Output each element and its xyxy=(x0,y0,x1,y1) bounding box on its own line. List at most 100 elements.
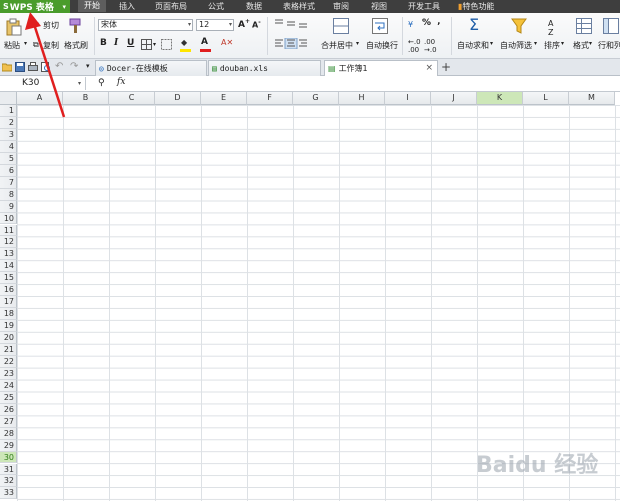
tab-docer-templates[interactable]: ◎ Docer-在线模板 xyxy=(95,60,207,76)
increase-decimal-icon[interactable]: ←.0.00 xyxy=(408,38,421,54)
format-painter-icon[interactable] xyxy=(68,18,82,34)
decrease-font-icon[interactable]: A- xyxy=(252,19,261,30)
chevron-down-icon[interactable]: ▾ xyxy=(589,40,592,47)
column-header-h[interactable]: H xyxy=(339,92,385,105)
row-header-7[interactable]: 7 xyxy=(0,176,17,189)
quick-access-more-icon[interactable]: ▾ xyxy=(86,62,90,70)
chevron-down-icon[interactable]: ▾ xyxy=(24,40,27,47)
app-menu-button[interactable]: S WPS 表格 ▾ xyxy=(0,0,70,13)
row-header-26[interactable]: 26 xyxy=(0,403,17,416)
wrap-text-button[interactable]: 自动换行 xyxy=(366,40,398,51)
column-header-j[interactable]: J xyxy=(431,92,477,105)
merge-icon[interactable] xyxy=(161,39,172,50)
row-header-25[interactable]: 25 xyxy=(0,391,17,404)
format-cells-icon[interactable] xyxy=(576,18,592,34)
format-button[interactable]: 格式 xyxy=(573,40,589,51)
print-icon[interactable] xyxy=(28,62,38,72)
merge-center-icon[interactable] xyxy=(333,18,349,34)
tab-douban-xls[interactable]: ▤ douban.xls xyxy=(208,60,321,76)
format-painter-button[interactable]: 格式刷 xyxy=(64,40,88,51)
column-header-k[interactable]: K xyxy=(477,92,523,105)
row-header-22[interactable]: 22 xyxy=(0,355,17,368)
menu-page-layout[interactable]: 页面布局 xyxy=(155,1,187,12)
row-header-1[interactable]: 1 xyxy=(0,105,17,117)
menu-view[interactable]: 视图 xyxy=(371,1,387,12)
horizontal-align-icons[interactable] xyxy=(274,38,310,49)
row-header-8[interactable]: 8 xyxy=(0,188,17,201)
save-icon[interactable] xyxy=(15,62,25,72)
print-preview-icon[interactable] xyxy=(41,62,51,72)
row-header-24[interactable]: 24 xyxy=(0,379,17,392)
percent-button[interactable]: % xyxy=(422,18,431,28)
vertical-align-icons[interactable] xyxy=(274,18,310,29)
tab-workbook1[interactable]: ▤ 工作簿1 × xyxy=(324,60,438,76)
autofilter-button[interactable]: 自动筛选 xyxy=(500,40,532,51)
cell-area[interactable] xyxy=(17,105,620,501)
menu-review[interactable]: 审阅 xyxy=(333,1,349,12)
menu-table-style[interactable]: 表格样式 xyxy=(283,1,315,12)
row-header-9[interactable]: 9 xyxy=(0,200,17,213)
fill-color-icon[interactable]: ◆ xyxy=(181,38,187,47)
zoom-function-icon[interactable]: ⚲ xyxy=(98,78,105,88)
column-header-l[interactable]: L xyxy=(523,92,569,105)
paste-icon[interactable] xyxy=(6,18,22,36)
comma-button[interactable]: ‚ xyxy=(437,17,440,27)
font-size-select[interactable]: 12 ▾ xyxy=(196,19,234,31)
underline-button[interactable]: U xyxy=(127,38,134,48)
row-header-5[interactable]: 5 xyxy=(0,152,17,165)
row-header-15[interactable]: 15 xyxy=(0,272,17,285)
row-header-6[interactable]: 6 xyxy=(0,164,17,177)
currency-icon[interactable]: ¥ xyxy=(408,20,413,29)
font-name-select[interactable]: 宋体 ▾ xyxy=(98,19,193,31)
menu-developer[interactable]: 开发工具 xyxy=(408,1,440,12)
row-header-14[interactable]: 14 xyxy=(0,260,17,273)
row-header-29[interactable]: 29 xyxy=(0,439,17,452)
cut-icon[interactable]: ✂ xyxy=(33,20,40,29)
borders-icon[interactable] xyxy=(141,39,152,50)
redo-icon[interactable]: ↷ xyxy=(70,61,78,72)
cut-button[interactable]: 剪切 xyxy=(43,20,59,31)
fx-icon[interactable]: fx xyxy=(117,77,125,87)
autosum-button[interactable]: 自动求和 xyxy=(457,40,489,51)
column-header-g[interactable]: G xyxy=(293,92,339,105)
row-header-27[interactable]: 27 xyxy=(0,415,17,428)
row-header-3[interactable]: 3 xyxy=(0,128,17,141)
row-header-17[interactable]: 17 xyxy=(0,296,17,309)
row-header-11[interactable]: 11 xyxy=(0,224,17,237)
menu-data[interactable]: 数据 xyxy=(246,1,262,12)
select-all-corner[interactable] xyxy=(0,92,17,105)
sort-icon[interactable]: AZ xyxy=(548,19,553,37)
row-header-28[interactable]: 28 xyxy=(0,427,17,440)
sort-button[interactable]: 排序 xyxy=(544,40,560,51)
row-header-31[interactable]: 31 xyxy=(0,463,17,476)
chevron-down-icon[interactable]: ▾ xyxy=(561,40,564,47)
name-box[interactable]: K30 ▾ xyxy=(0,77,86,90)
column-header-b[interactable]: B xyxy=(63,92,109,105)
row-header-18[interactable]: 18 xyxy=(0,308,17,321)
decrease-decimal-icon[interactable]: .00 →.0 xyxy=(424,38,437,54)
chevron-down-icon[interactable]: ▾ xyxy=(153,41,156,48)
rows-cols-icon[interactable] xyxy=(603,18,619,34)
font-color-icon[interactable]: A xyxy=(201,37,208,47)
open-folder-icon[interactable] xyxy=(2,62,12,72)
column-header-f[interactable]: F xyxy=(247,92,293,105)
column-header-a[interactable]: A xyxy=(17,92,63,105)
column-header-d[interactable]: D xyxy=(155,92,201,105)
row-header-23[interactable]: 23 xyxy=(0,367,17,380)
close-icon[interactable]: × xyxy=(425,63,433,73)
row-header-2[interactable]: 2 xyxy=(0,116,17,129)
row-header-12[interactable]: 12 xyxy=(0,236,17,249)
chevron-down-icon[interactable]: ▾ xyxy=(490,40,493,47)
increase-font-icon[interactable]: A+ xyxy=(238,18,250,30)
copy-button[interactable]: 复制 xyxy=(43,40,59,51)
autosum-icon[interactable]: Σ xyxy=(469,15,479,34)
merge-center-button[interactable]: 合并居中 xyxy=(321,40,353,51)
menu-home[interactable]: 开始 xyxy=(78,0,106,12)
clear-format-icon[interactable]: A✕ xyxy=(221,38,233,47)
menu-formulas[interactable]: 公式 xyxy=(208,1,224,12)
chevron-down-icon[interactable]: ▾ xyxy=(534,40,537,47)
chevron-down-icon[interactable]: ▾ xyxy=(356,40,359,47)
italic-button[interactable]: I xyxy=(114,38,118,48)
column-header-e[interactable]: E xyxy=(201,92,247,105)
row-header-30[interactable]: 30 xyxy=(0,451,17,464)
